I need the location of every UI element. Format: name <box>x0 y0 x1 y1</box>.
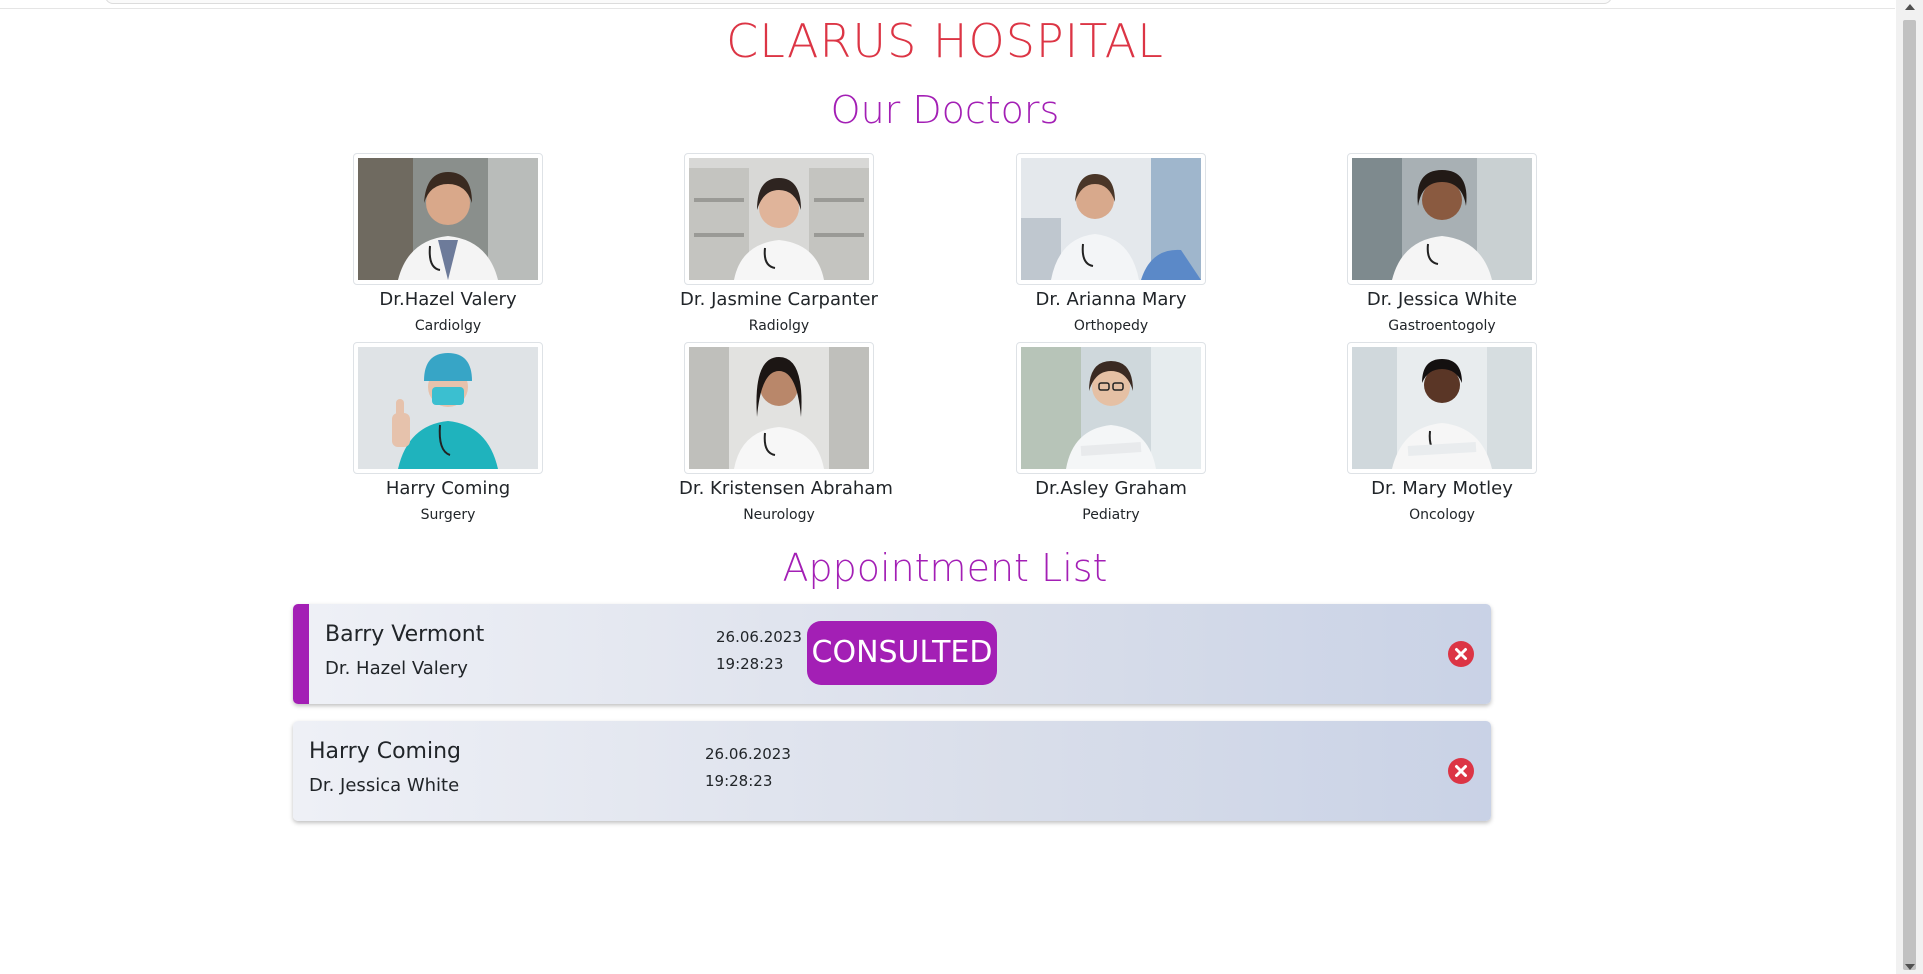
doctor-specialty: Pediatry <box>1082 507 1140 523</box>
appointment-doctor-name: Dr. Jessica White <box>309 775 460 796</box>
doctor-photo <box>1347 342 1537 474</box>
appointment-date: 26.06.2023 <box>716 628 802 646</box>
appointment-patient-name: Harry Coming <box>309 739 462 764</box>
doctor-grid: Dr.Hazel Valery Cardiolgy Dr. Jasmine Ca… <box>348 153 1688 533</box>
doctor-photo <box>353 342 543 474</box>
appointment-time: 19:28:23 <box>705 772 773 790</box>
doctor-card: Dr.Hazel Valery Cardiolgy <box>348 153 548 334</box>
appointment-card[interactable]: Barry Vermont Dr. Hazel Valery 26.06.202… <box>293 604 1491 704</box>
status-badge: CONSULTED <box>807 621 997 685</box>
doctor-name: Dr.Asley Graham <box>1035 478 1187 499</box>
doctor-photo <box>684 153 874 285</box>
doctor-portrait-icon <box>1021 158 1201 280</box>
doctor-portrait-icon <box>689 158 869 280</box>
doctor-specialty: Radiolgy <box>748 318 810 334</box>
doctor-specialty: Cardiolgy <box>414 318 482 334</box>
doctor-photo <box>1016 153 1206 285</box>
hospital-title: CLARUS HOSPITAL <box>726 14 1164 68</box>
circle-x-icon <box>1455 765 1467 777</box>
doctor-portrait-icon <box>358 158 538 280</box>
doctor-card: Dr. Kristensen Abraham Neurology <box>679 342 893 523</box>
doctor-card: Dr. Arianna Mary Orthopedy <box>1011 153 1211 334</box>
doctor-portrait-icon <box>689 347 869 469</box>
doctor-name: Dr. Arianna Mary <box>1035 289 1187 310</box>
doctor-photo <box>1347 153 1537 285</box>
doctor-portrait-icon <box>1352 158 1532 280</box>
appointment-patient-name: Barry Vermont <box>325 622 485 647</box>
appointment-card[interactable]: Harry Coming Dr. Jessica White 26.06.202… <box>293 721 1491 821</box>
doctor-specialty: Surgery <box>420 507 476 523</box>
appointment-time: 19:28:23 <box>716 655 784 673</box>
doctor-card: Dr.Asley Graham Pediatry <box>1011 342 1211 523</box>
page: CLARUS HOSPITAL Our Doctors Dr.Hazel Val… <box>0 0 1923 974</box>
doctor-card: Harry Coming Surgery <box>348 342 548 523</box>
doctor-portrait-icon <box>358 347 538 469</box>
doctor-photo <box>684 342 874 474</box>
doctor-card: Dr. Jessica White Gastroentogoly <box>1342 153 1542 334</box>
doctor-specialty: Orthopedy <box>1073 318 1149 334</box>
doctor-portrait-icon <box>1352 347 1532 469</box>
doctor-name: Dr.Hazel Valery <box>379 289 517 310</box>
browser-top-edge <box>0 0 1895 9</box>
appointments-section-title: Appointment List <box>782 546 1108 590</box>
vertical-scrollbar[interactable] <box>1896 0 1923 974</box>
doctor-card: Dr. Jasmine Carpanter Radiolgy <box>679 153 879 334</box>
doctor-card: Dr. Mary Motley Oncology <box>1342 342 1542 523</box>
doctor-portrait-icon <box>1021 347 1201 469</box>
circle-x-icon <box>1455 648 1467 660</box>
scroll-down-icon[interactable] <box>1905 964 1915 970</box>
delete-appointment-button[interactable] <box>1448 641 1474 667</box>
appointment-date: 26.06.2023 <box>705 745 791 763</box>
doctor-name: Dr. Jasmine Carpanter <box>680 289 878 310</box>
doctor-specialty: Oncology <box>1409 507 1475 523</box>
doctor-name: Harry Coming <box>385 478 511 499</box>
doctors-section-title: Our Doctors <box>830 88 1060 132</box>
scrollbar-thumb[interactable] <box>1903 20 1916 970</box>
doctor-name: Dr. Kristensen Abraham <box>679 478 893 499</box>
doctor-photo <box>1016 342 1206 474</box>
scroll-up-icon[interactable] <box>1905 4 1915 10</box>
doctor-specialty: Gastroentogoly <box>1388 318 1496 334</box>
address-bar-edge <box>105 0 1612 4</box>
doctor-photo <box>353 153 543 285</box>
doctor-name: Dr. Mary Motley <box>1371 478 1513 499</box>
doctor-specialty: Neurology <box>743 507 815 523</box>
doctor-name: Dr. Jessica White <box>1366 289 1518 310</box>
appointment-doctor-name: Dr. Hazel Valery <box>325 658 468 679</box>
delete-appointment-button[interactable] <box>1448 758 1474 784</box>
